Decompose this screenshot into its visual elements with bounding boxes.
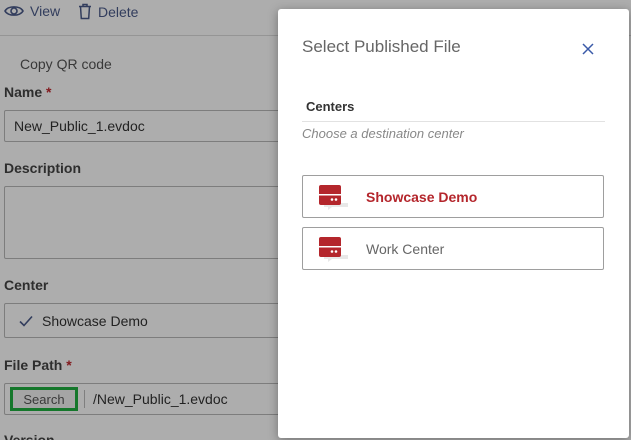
close-icon [582, 43, 594, 55]
dialog-title: Select Published File [302, 37, 461, 56]
center-option-work-center[interactable]: Work Center [302, 227, 604, 270]
center-option-showcase-demo[interactable]: Showcase Demo [302, 175, 604, 218]
centers-hint: Choose a destination center [302, 126, 464, 141]
close-button[interactable] [580, 41, 596, 57]
centers-heading: Centers [306, 99, 355, 114]
center-option-label: Showcase Demo [366, 188, 478, 205]
center-icon [319, 236, 348, 262]
select-published-file-dialog: Select Published File Centers Choose a d… [278, 9, 629, 438]
center-option-label: Work Center [366, 240, 445, 257]
center-icon [319, 184, 348, 210]
section-divider [302, 121, 605, 122]
